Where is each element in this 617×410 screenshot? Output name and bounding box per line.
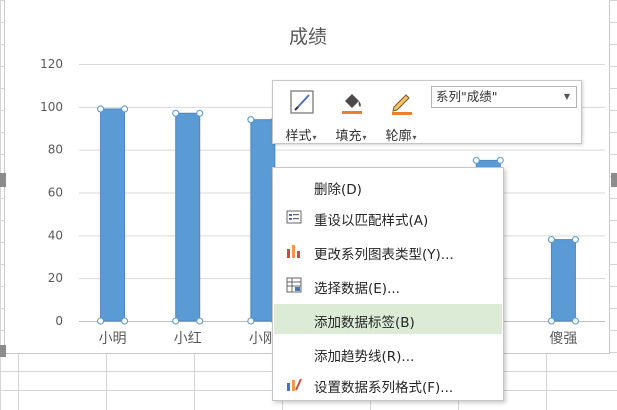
selection-handle[interactable] xyxy=(97,317,105,325)
selection-handle[interactable] xyxy=(247,116,255,124)
context-menu-item-label: 设置数据系列格式(F)... xyxy=(314,380,454,396)
style-brush-icon xyxy=(290,90,314,114)
select-data-icon xyxy=(286,277,302,293)
context-menu: 删除(D) 重设以匹配样式(A) 更改系列图表类型(Y)... 选择数据(E)... 添… xyxy=(272,167,504,401)
chart-resize-handle-left[interactable] xyxy=(0,173,6,187)
x-tick-label: 小红 xyxy=(174,331,202,347)
context-menu-item[interactable]: 添加趋势线(R)... xyxy=(274,338,502,368)
outline-button[interactable]: 轮廓▾ xyxy=(377,85,425,144)
context-menu-item[interactable]: 重设以匹配样式(A) xyxy=(274,202,502,232)
style-button[interactable]: 样式▾ xyxy=(277,85,325,144)
style-dropdown-icon: ▾ xyxy=(312,133,317,142)
fill-label: 填充 xyxy=(335,129,362,144)
selection-handle[interactable] xyxy=(196,109,204,117)
y-tick-label: 100 xyxy=(40,100,63,114)
chevron-down-icon: ▼ xyxy=(563,92,570,101)
outline-dropdown-icon: ▾ xyxy=(412,133,417,142)
series-select[interactable]: 系列"成绩" ▼ xyxy=(431,86,577,108)
context-menu-item-label: 删除(D) xyxy=(314,182,362,198)
selection-handle[interactable] xyxy=(97,105,105,113)
x-tick-label: 小明 xyxy=(99,331,127,347)
context-menu-item[interactable]: 设置数据系列格式(F)... xyxy=(274,369,502,399)
reset-style-icon xyxy=(286,210,302,224)
chart-resize-handle-bottom-left[interactable] xyxy=(0,345,6,357)
x-tick-label: 傻强 xyxy=(549,331,577,347)
selection-handle[interactable] xyxy=(547,236,555,244)
context-menu-item-label: 重设以匹配样式(A) xyxy=(314,213,429,229)
selection-handle[interactable] xyxy=(496,156,504,164)
selection-handle[interactable] xyxy=(547,317,555,325)
outline-pencil-icon xyxy=(392,94,412,115)
y-tick-label: 20 xyxy=(48,271,63,285)
chart-type-icon xyxy=(287,245,300,258)
context-menu-item-label: 更改系列图表类型(Y)... xyxy=(314,247,454,263)
data-bar[interactable] xyxy=(100,108,126,322)
style-label: 样式 xyxy=(285,129,312,144)
context-menu-item-label: 选择数据(E)... xyxy=(314,281,400,297)
selection-handle[interactable] xyxy=(571,317,579,325)
fill-button[interactable]: 填充▾ xyxy=(327,85,375,144)
selection-handle[interactable] xyxy=(571,236,579,244)
selection-handle[interactable] xyxy=(172,109,180,117)
y-tick-label: 0 xyxy=(55,314,63,328)
series-select-value: 系列"成绩" xyxy=(436,89,498,104)
context-menu-item-label: 添加数据标签(B) xyxy=(314,315,415,331)
format-series-icon xyxy=(287,378,302,391)
outline-color-swatch xyxy=(392,112,412,115)
context-menu-item[interactable]: 添加数据标签(B) xyxy=(274,304,502,334)
mini-format-toolbar: 样式▾ 填充▾ 轮廓▾ 系列"成绩" ▼ xyxy=(272,80,582,144)
selection-handle[interactable] xyxy=(196,317,204,325)
context-menu-item[interactable]: 删除(D) xyxy=(274,171,502,201)
y-tick-label: 80 xyxy=(48,143,63,157)
selection-handle[interactable] xyxy=(172,317,180,325)
selection-handle[interactable] xyxy=(121,317,129,325)
context-menu-item[interactable]: 选择数据(E)... xyxy=(274,270,502,300)
context-menu-item[interactable]: 更改系列图表类型(Y)... xyxy=(274,236,502,266)
chart-resize-handle-right[interactable] xyxy=(611,173,617,187)
data-bar[interactable] xyxy=(175,112,201,322)
y-tick-label: 120 xyxy=(40,57,63,71)
selection-handle[interactable] xyxy=(121,105,129,113)
data-bar[interactable] xyxy=(550,239,576,322)
selection-handle[interactable] xyxy=(472,156,480,164)
context-menu-item-label: 添加趋势线(R)... xyxy=(314,349,415,365)
y-tick-label: 40 xyxy=(48,228,63,242)
fill-dropdown-icon: ▾ xyxy=(362,133,367,142)
fill-bucket-icon xyxy=(342,94,362,114)
outline-label: 轮廓 xyxy=(385,129,412,144)
fill-color-swatch xyxy=(342,111,362,114)
selection-handle[interactable] xyxy=(247,317,255,325)
y-tick-label: 60 xyxy=(48,186,63,200)
